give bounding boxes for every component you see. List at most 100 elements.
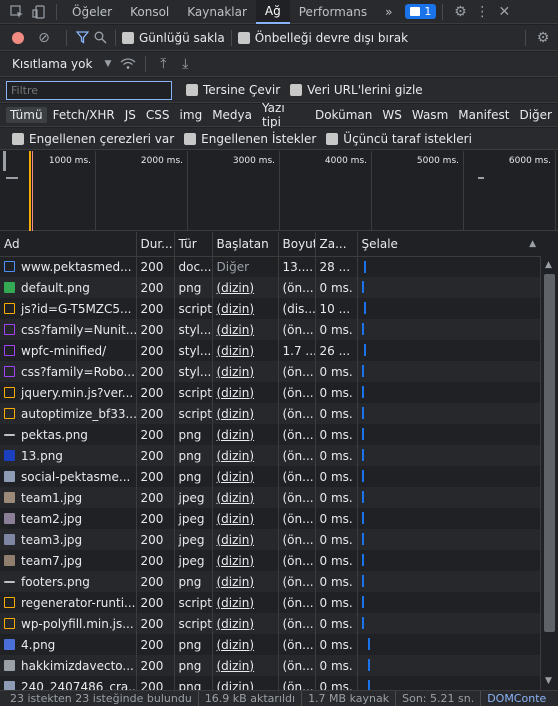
issues-button[interactable]: 1 bbox=[405, 4, 437, 19]
third-party-checkbox[interactable] bbox=[326, 132, 339, 145]
table-row[interactable]: 4.png 200 png (dizin) (ön... 0 ms. bbox=[0, 634, 540, 655]
column-header-5[interactable]: Za... bbox=[315, 232, 358, 257]
initiator-cell[interactable]: (dizin) bbox=[212, 508, 279, 529]
request-name: wpfc-minified/ bbox=[21, 343, 107, 358]
table-row[interactable]: wp-polyfill.min.js... 200 script (dizin) (ön… bbox=[0, 613, 540, 634]
import-har-icon[interactable]: ⤒ bbox=[152, 56, 174, 72]
table-row[interactable]: css?family=Robo... 200 styl... (dizin) (ön..… bbox=[0, 361, 540, 382]
tab-0[interactable]: Öğeler bbox=[63, 0, 121, 24]
overview-timeline[interactable]: 1000 ms. 2000 ms. 3000 ms. 4000 ms. 5000 ms.… bbox=[0, 151, 558, 231]
column-header-1[interactable]: Dur... bbox=[136, 232, 175, 257]
table-row[interactable]: css?family=Nunit... 200 styl... (dizin) (ön.… bbox=[0, 319, 540, 340]
blocked-cookies-checkbox[interactable] bbox=[12, 132, 24, 145]
table-row[interactable]: 240_2407486_cra... 200 png (dizin) (ön... 0 m… bbox=[0, 676, 540, 690]
initiator-cell[interactable]: (dizin) bbox=[212, 571, 279, 592]
table-row[interactable]: wpfc-minified/200 styl... (dizin) 1.7 ... 26… bbox=[0, 340, 540, 361]
table-row[interactable]: footers.png 200 png (dizin) (ön... 0 ms. bbox=[0, 571, 540, 592]
type-filter-6[interactable]: Yazı tipi bbox=[258, 100, 309, 130]
type-filter-5[interactable]: Medya bbox=[208, 107, 256, 123]
type-filter-11[interactable]: Diğer bbox=[515, 107, 556, 123]
type-filter-0[interactable]: Tümü bbox=[6, 107, 47, 123]
column-header-3[interactable]: Başlatan bbox=[212, 232, 279, 257]
scroll-up-arrow-icon[interactable]: ▲ bbox=[545, 260, 552, 270]
initiator-cell[interactable]: (dizin) bbox=[212, 487, 279, 508]
table-row[interactable]: 13.png 200 png (dizin) (ön... 0 ms. bbox=[0, 445, 540, 466]
settings-gear-icon[interactable]: ⚙ bbox=[449, 4, 471, 20]
table-row[interactable]: social-pektasme... 200 png (dizin) (ön... 0 m… bbox=[0, 466, 540, 487]
table-row[interactable]: pektas.png 200 png (dizin) (ön... 0 ms. bbox=[0, 424, 540, 445]
device-toolbar-icon[interactable] bbox=[28, 4, 50, 19]
column-header-4[interactable]: Boyut bbox=[278, 232, 316, 257]
request-name: hakkimizdavecto... bbox=[21, 658, 134, 673]
network-conditions-icon[interactable] bbox=[117, 58, 139, 70]
initiator-cell[interactable]: (dizin) bbox=[212, 613, 279, 634]
initiator-cell[interactable]: (dizin) bbox=[212, 319, 279, 340]
type-filter-10[interactable]: Manifest bbox=[454, 107, 513, 123]
search-icon[interactable] bbox=[91, 31, 109, 44]
invert-checkbox[interactable] bbox=[186, 84, 198, 96]
type-filter-1[interactable]: Fetch/XHR bbox=[49, 107, 119, 123]
blocked-requests-checkbox[interactable] bbox=[184, 132, 197, 145]
type-filter-9[interactable]: Wasm bbox=[408, 107, 452, 123]
table-row[interactable]: team2.jpg 200 jpeg (dizin) (ön... 0 ms. bbox=[0, 508, 540, 529]
initiator-cell[interactable]: (dizin) bbox=[212, 403, 279, 424]
initiator-cell[interactable]: (dizin) bbox=[212, 466, 279, 487]
more-tabs-button[interactable]: » bbox=[376, 0, 401, 23]
initiator-cell[interactable]: (dizin) bbox=[212, 277, 279, 298]
preserve-log-checkbox[interactable] bbox=[122, 31, 134, 44]
table-row[interactable]: jquery.min.js?ver... 200 script (dizin) (ön.… bbox=[0, 382, 540, 403]
tab-3[interactable]: Ağ bbox=[255, 0, 290, 24]
initiator-cell[interactable]: (dizin) bbox=[212, 361, 279, 382]
sort-ascending-icon: ▲ bbox=[529, 238, 536, 249]
initiator-cell[interactable]: (dizin) bbox=[212, 676, 279, 690]
initiator-cell[interactable]: (dizin) bbox=[212, 298, 279, 319]
record-button[interactable] bbox=[12, 31, 24, 44]
table-row[interactable]: team7.jpg 200 jpeg (dizin) (ön... 0 ms. bbox=[0, 550, 540, 571]
network-settings-gear-icon[interactable]: ⚙ bbox=[532, 30, 554, 46]
disable-cache-checkbox[interactable] bbox=[237, 31, 250, 44]
column-header-2[interactable]: Tür bbox=[174, 232, 213, 257]
table-row[interactable]: team3.jpg 200 jpeg (dizin) (ön... 0 ms. bbox=[0, 529, 540, 550]
type-filter-3[interactable]: CSS bbox=[142, 107, 174, 123]
initiator-cell[interactable]: (dizin) bbox=[212, 445, 279, 466]
table-row[interactable]: autoptimize_bf33... 200 script (dizin) (ön..… bbox=[0, 403, 540, 424]
filter-input[interactable] bbox=[6, 80, 172, 100]
tab-4[interactable]: Performans bbox=[290, 0, 376, 24]
divider bbox=[480, 690, 482, 706]
initiator-cell[interactable]: (dizin) bbox=[212, 424, 279, 445]
column-header-0[interactable]: Ad bbox=[0, 232, 137, 257]
column-header-6[interactable]: Şelale ▲ bbox=[357, 232, 540, 257]
inspect-element-icon[interactable] bbox=[6, 4, 28, 19]
initiator-cell[interactable]: (dizin) bbox=[212, 634, 279, 655]
close-icon[interactable]: ✕ bbox=[493, 4, 515, 20]
type-filter-8[interactable]: WS bbox=[378, 107, 405, 123]
clear-icon[interactable]: ⊘ bbox=[36, 30, 52, 46]
kebab-menu-icon[interactable]: ⋮ bbox=[471, 4, 493, 20]
timeline-gridline bbox=[463, 151, 464, 231]
type-filter-4[interactable]: img bbox=[176, 107, 207, 123]
initiator-cell[interactable]: (dizin) bbox=[212, 340, 279, 361]
export-har-icon[interactable]: ⤓ bbox=[174, 56, 196, 72]
table-scrollbar[interactable]: ▲ ▼ bbox=[540, 256, 558, 690]
table-row[interactable]: regenerator-runti... 200 script (dizin) (ön.… bbox=[0, 592, 540, 613]
initiator-cell[interactable]: (dizin) bbox=[212, 592, 279, 613]
type-filter-7[interactable]: Doküman bbox=[311, 107, 376, 123]
initiator-cell[interactable]: (dizin) bbox=[212, 655, 279, 676]
timeline-left-handle[interactable] bbox=[3, 151, 6, 171]
table-row[interactable]: hakkimizdavecto... 200 png (dizin) (ön... 0 m… bbox=[0, 655, 540, 676]
table-row[interactable]: js?id=G-T5MZC5... 200 script (dizin) (dis...… bbox=[0, 298, 540, 319]
initiator-cell[interactable]: (dizin) bbox=[212, 382, 279, 403]
filter-icon[interactable] bbox=[73, 31, 91, 44]
scroll-down-arrow-icon[interactable]: ▼ bbox=[545, 676, 552, 686]
table-row[interactable]: team1.jpg 200 jpeg (dizin) (ön... 0 ms. bbox=[0, 487, 540, 508]
throttling-select[interactable]: Kısıtlama yok ▼ bbox=[12, 57, 111, 71]
initiator-cell[interactable]: (dizin) bbox=[212, 550, 279, 571]
table-row[interactable]: www.pektasmed... 200 doc... Diğer 13.... 28 .… bbox=[0, 256, 540, 277]
table-row[interactable]: default.png 200 png (dizin) (ön... 0 ms. bbox=[0, 277, 540, 298]
type-filter-2[interactable]: JS bbox=[121, 107, 140, 123]
initiator-cell[interactable]: (dizin) bbox=[212, 529, 279, 550]
hide-data-urls-checkbox[interactable] bbox=[290, 84, 303, 96]
scrollbar-thumb[interactable] bbox=[544, 274, 555, 632]
tab-1[interactable]: Konsol bbox=[121, 0, 178, 24]
tab-2[interactable]: Kaynaklar bbox=[178, 0, 256, 24]
